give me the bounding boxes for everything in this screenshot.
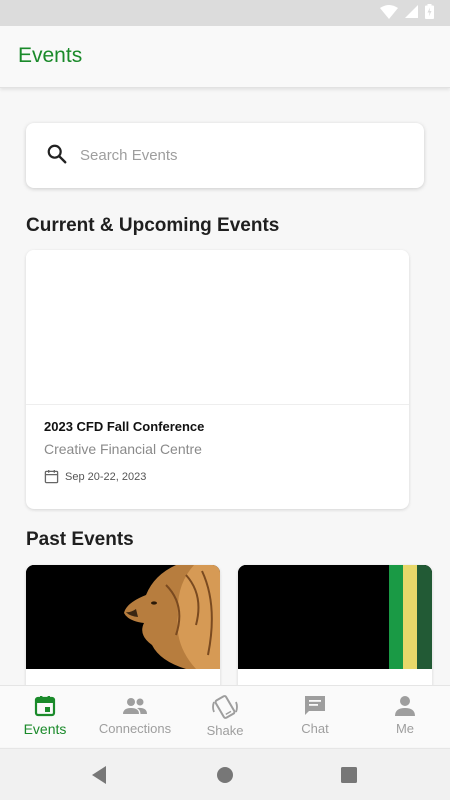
system-navigation-bar [0, 748, 450, 800]
status-icons [380, 4, 434, 19]
calendar-icon [34, 696, 56, 717]
event-cover-image [26, 250, 409, 405]
signal-icon [405, 5, 418, 18]
person-icon [395, 696, 415, 716]
shake-icon [212, 695, 238, 719]
nav-label: Shake [206, 723, 244, 738]
nav-item-chat[interactable]: Chat [270, 686, 360, 747]
current-events-heading: Current & Upcoming Events [26, 215, 280, 236]
battery-icon [425, 4, 434, 19]
back-icon[interactable] [90, 765, 108, 785]
event-venue: Creative Financial Centre [44, 441, 202, 457]
chat-icon [305, 696, 325, 715]
status-bar [0, 0, 450, 26]
search-input[interactable] [80, 141, 400, 169]
search-box[interactable] [26, 123, 424, 188]
green-yellow-stripes-image [238, 565, 432, 669]
nav-label: Me [395, 721, 415, 736]
nav-label: Events [23, 721, 67, 737]
nav-item-connections[interactable]: Connections [90, 686, 180, 747]
event-card[interactable]: 2023 CFD Fall Conference Creative Financ… [26, 250, 409, 509]
calendar-icon [44, 469, 59, 484]
nav-label: Connections [98, 721, 172, 736]
people-icon [123, 698, 147, 714]
past-event-card[interactable] [238, 565, 432, 705]
lion-image [26, 565, 220, 669]
search-icon [47, 144, 67, 164]
past-event-card[interactable] [26, 565, 220, 705]
nav-item-events[interactable]: Events [0, 686, 90, 747]
nav-item-shake[interactable]: Shake [180, 686, 270, 747]
event-name: 2023 CFD Fall Conference [44, 419, 205, 434]
wifi-icon [380, 4, 398, 19]
page-title: Events [18, 44, 83, 67]
bottom-navigation: Events Connections Shake Chat Me [0, 685, 450, 747]
event-date-row: Sep 20-22, 2023 [44, 469, 146, 484]
app-bar: Events [0, 26, 450, 88]
recents-icon[interactable] [340, 765, 358, 785]
home-icon[interactable] [216, 765, 234, 785]
nav-label: Chat [301, 721, 329, 736]
past-events-heading: Past Events [26, 529, 134, 550]
event-date: Sep 20-22, 2023 [65, 470, 147, 483]
nav-item-me[interactable]: Me [360, 686, 450, 747]
